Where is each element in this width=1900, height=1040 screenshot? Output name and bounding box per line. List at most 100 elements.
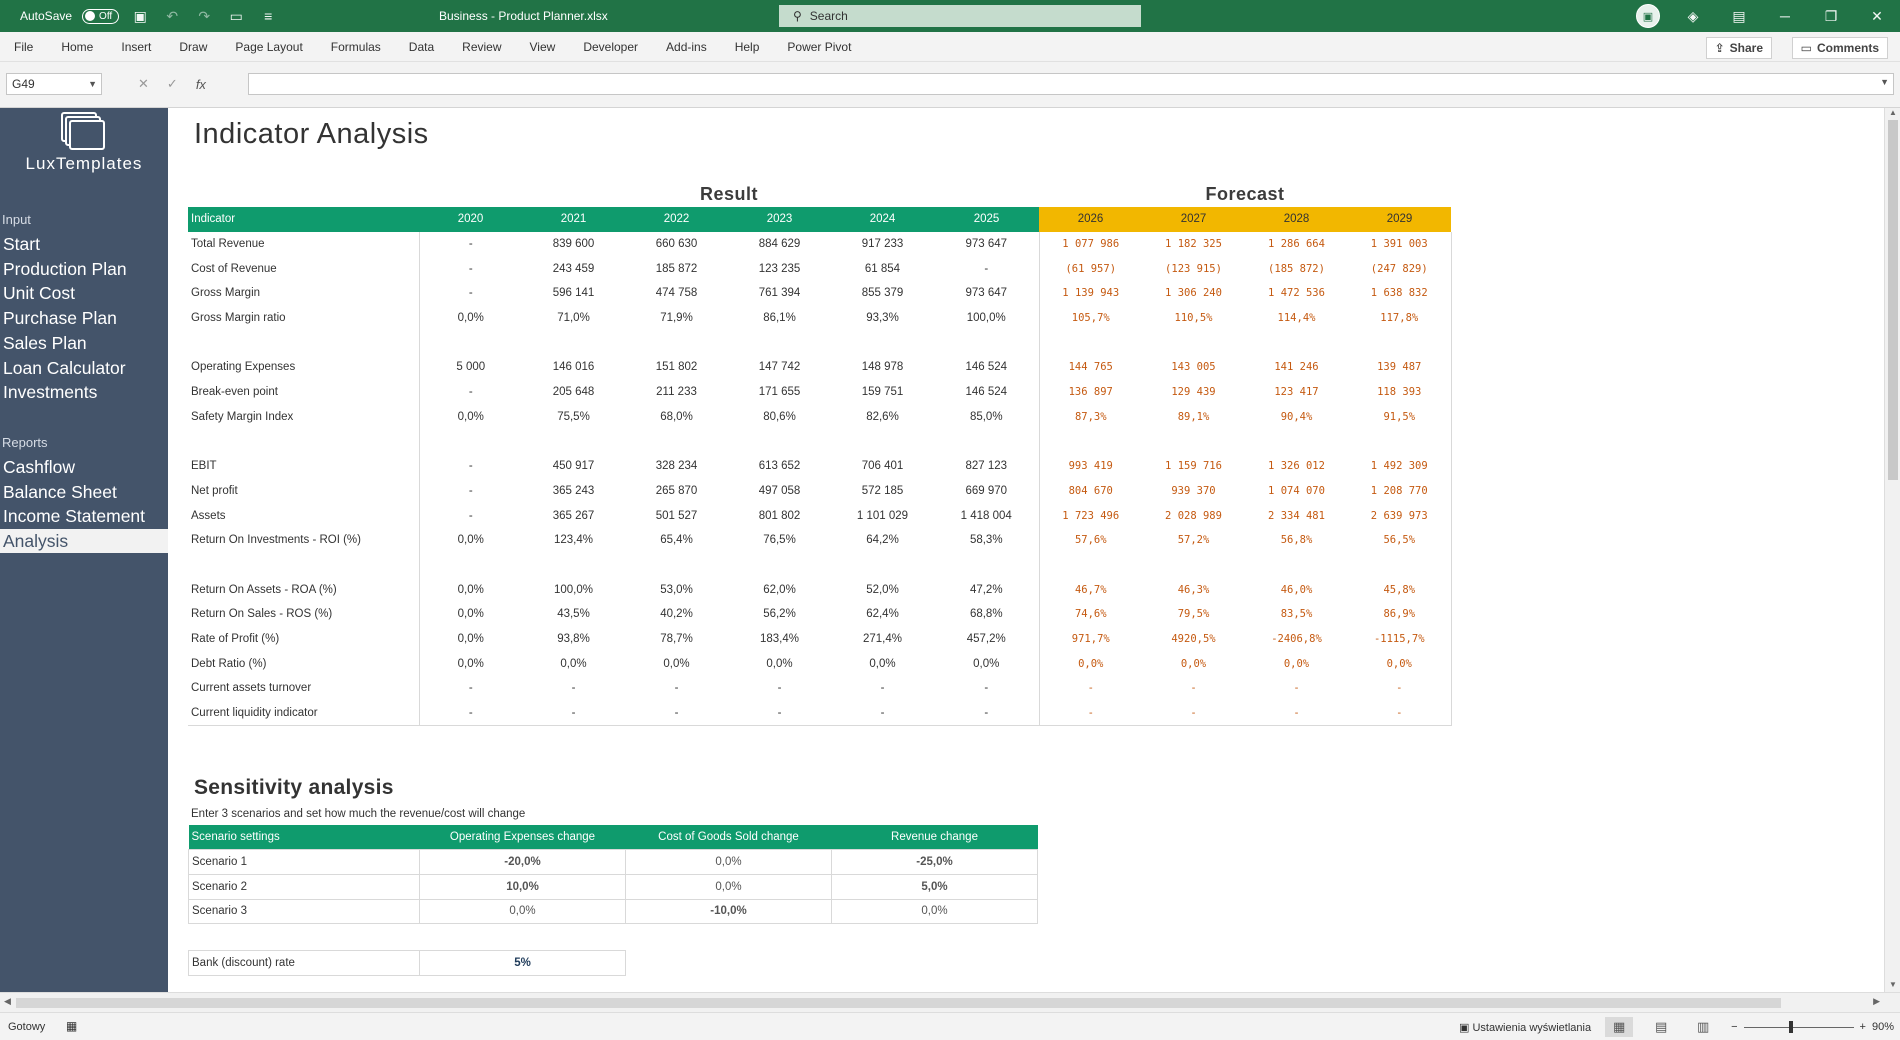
forecast-cell[interactable]: 143 005	[1142, 355, 1245, 380]
forecast-cell[interactable]: 56,8%	[1245, 528, 1348, 553]
forecast-cell[interactable]: 0,0%	[1142, 651, 1245, 676]
result-cell[interactable]: 151 802	[625, 355, 728, 380]
result-cell[interactable]: -	[831, 700, 934, 726]
sidebar-item-unit-cost[interactable]: Unit Cost	[0, 281, 168, 305]
result-cell[interactable]	[625, 330, 728, 355]
indicator-label[interactable]: Debt Ratio (%)	[188, 651, 420, 677]
result-cell[interactable]: 80,6%	[728, 405, 831, 430]
forecast-cell[interactable]: 939 370	[1142, 479, 1245, 504]
forecast-cell[interactable]	[1245, 553, 1348, 578]
result-cell[interactable]: 0,0%	[625, 651, 728, 676]
forecast-cell[interactable]	[1245, 330, 1348, 355]
sidebar-item-income-statement[interactable]: Income Statement	[0, 504, 168, 528]
result-cell[interactable]: 123 235	[728, 256, 831, 281]
result-cell[interactable]: 1 418 004	[934, 503, 1039, 528]
tab-add-ins[interactable]: Add-ins	[652, 40, 721, 54]
result-cell[interactable]: 71,0%	[522, 306, 625, 331]
result-cell[interactable]: -	[419, 380, 522, 405]
result-cell[interactable]: 62,4%	[831, 602, 934, 627]
forecast-year-header[interactable]: 2026	[1039, 207, 1142, 232]
result-cell[interactable]: -	[419, 232, 522, 257]
restore-icon[interactable]: ❐	[1808, 5, 1854, 27]
result-cell[interactable]: 58,3%	[934, 528, 1039, 553]
result-cell[interactable]: -	[625, 676, 728, 701]
result-cell[interactable]: -	[522, 700, 625, 726]
share-button[interactable]: ⇪ Share	[1705, 37, 1772, 59]
forecast-cell[interactable]: 136 897	[1038, 379, 1142, 405]
indicator-label[interactable]: Return On Investments - ROI (%)	[188, 527, 420, 553]
forecast-cell[interactable]: 1 182 325	[1142, 232, 1245, 257]
result-cell[interactable]	[831, 330, 934, 355]
forecast-cell[interactable]	[1142, 429, 1245, 454]
redo-icon[interactable]: ↷	[193, 5, 215, 27]
result-cell[interactable]: 365 243	[522, 479, 625, 504]
result-cell[interactable]: 43,5%	[522, 602, 625, 627]
forecast-cell[interactable]: 57,6%	[1038, 527, 1142, 553]
indicator-label[interactable]: EBIT	[188, 453, 420, 479]
result-cell[interactable]: 501 527	[625, 503, 728, 528]
search-box[interactable]: ⚲ Search	[779, 5, 1141, 27]
result-cell[interactable]: 68,0%	[625, 405, 728, 430]
result-cell[interactable]: 450 917	[522, 454, 625, 479]
forecast-cell[interactable]: 118 393	[1348, 379, 1452, 405]
result-cell[interactable]: 801 802	[728, 503, 831, 528]
indicator-label[interactable]	[188, 552, 420, 578]
result-cell[interactable]: 147 742	[728, 355, 831, 380]
forecast-cell[interactable]: 1 139 943	[1038, 281, 1142, 306]
worksheet[interactable]: LuxTemplates Input Start Production Plan…	[0, 108, 1884, 992]
result-cell[interactable]: 0,0%	[728, 651, 831, 676]
scenario-value-cell[interactable]: -10,0%	[625, 898, 832, 925]
forecast-cell[interactable]: 2 639 973	[1348, 503, 1452, 528]
result-cell[interactable]: -	[522, 676, 625, 701]
indicator-label[interactable]: Current liquidity indicator	[188, 700, 420, 726]
scenario-value-cell[interactable]: -25,0%	[831, 849, 1038, 875]
result-cell[interactable]: 65,4%	[625, 528, 728, 553]
scroll-down-icon[interactable]: ▼	[1885, 980, 1900, 992]
result-cell[interactable]: 0,0%	[419, 528, 522, 553]
forecast-cell[interactable]: 117,8%	[1348, 305, 1452, 331]
tab-view[interactable]: View	[516, 40, 570, 54]
scenario-value-cell[interactable]: 5,0%	[831, 873, 1038, 900]
result-cell[interactable]: 146 016	[522, 355, 625, 380]
result-cell[interactable]: 52,0%	[831, 577, 934, 602]
result-cell[interactable]: -	[934, 256, 1039, 281]
result-cell[interactable]: -	[831, 676, 934, 701]
result-cell[interactable]	[522, 553, 625, 578]
result-cell[interactable]: 827 123	[934, 454, 1039, 479]
result-cell[interactable]: 100,0%	[934, 306, 1039, 331]
result-cell[interactable]	[728, 330, 831, 355]
result-cell[interactable]: 100,0%	[522, 577, 625, 602]
result-cell[interactable]: 183,4%	[728, 627, 831, 652]
indicator-label[interactable]: Total Revenue	[188, 231, 420, 257]
forecast-cell[interactable]: 1 472 536	[1245, 281, 1348, 306]
forecast-cell[interactable]: 1 286 664	[1245, 232, 1348, 257]
result-cell[interactable]	[728, 429, 831, 454]
result-cell[interactable]: 53,0%	[625, 577, 728, 602]
forecast-cell[interactable]: 0,0%	[1245, 651, 1348, 676]
result-cell[interactable]: 71,9%	[625, 306, 728, 331]
forecast-cell[interactable]: -	[1038, 700, 1142, 726]
sidebar-item-start[interactable]: Start	[0, 232, 168, 256]
result-cell[interactable]: 82,6%	[831, 405, 934, 430]
forecast-cell[interactable]: 90,4%	[1245, 405, 1348, 430]
tab-home[interactable]: Home	[47, 40, 107, 54]
customize-toolbar-icon[interactable]: ≡	[257, 5, 279, 27]
insert-function-button[interactable]: fx	[196, 77, 206, 92]
tab-page-layout[interactable]: Page Layout	[221, 40, 316, 54]
vertical-scrollbar[interactable]: ▲ ▼	[1884, 108, 1900, 992]
result-cell[interactable]: 62,0%	[728, 577, 831, 602]
sidebar-item-production-plan[interactable]: Production Plan	[0, 257, 168, 281]
scenario-label[interactable]: Scenario 1	[188, 849, 420, 875]
result-cell[interactable]: -	[419, 700, 522, 726]
bank-rate-label[interactable]: Bank (discount) rate	[188, 950, 420, 976]
scroll-up-icon[interactable]: ▲	[1885, 108, 1900, 120]
result-cell[interactable]: 660 630	[625, 232, 728, 257]
sidebar-item-loan-calculator[interactable]: Loan Calculator	[0, 356, 168, 380]
scenario-label[interactable]: Scenario 2	[188, 873, 420, 900]
horizontal-scrollbar[interactable]: ◀ ▶	[0, 992, 1900, 1012]
forecast-cell[interactable]: 129 439	[1142, 380, 1245, 405]
indicator-label[interactable]: Safety Margin Index	[188, 404, 420, 430]
result-cell[interactable]: 146 524	[934, 380, 1039, 405]
result-cell[interactable]: 0,0%	[419, 602, 522, 627]
forecast-cell[interactable]: 139 487	[1348, 355, 1452, 380]
